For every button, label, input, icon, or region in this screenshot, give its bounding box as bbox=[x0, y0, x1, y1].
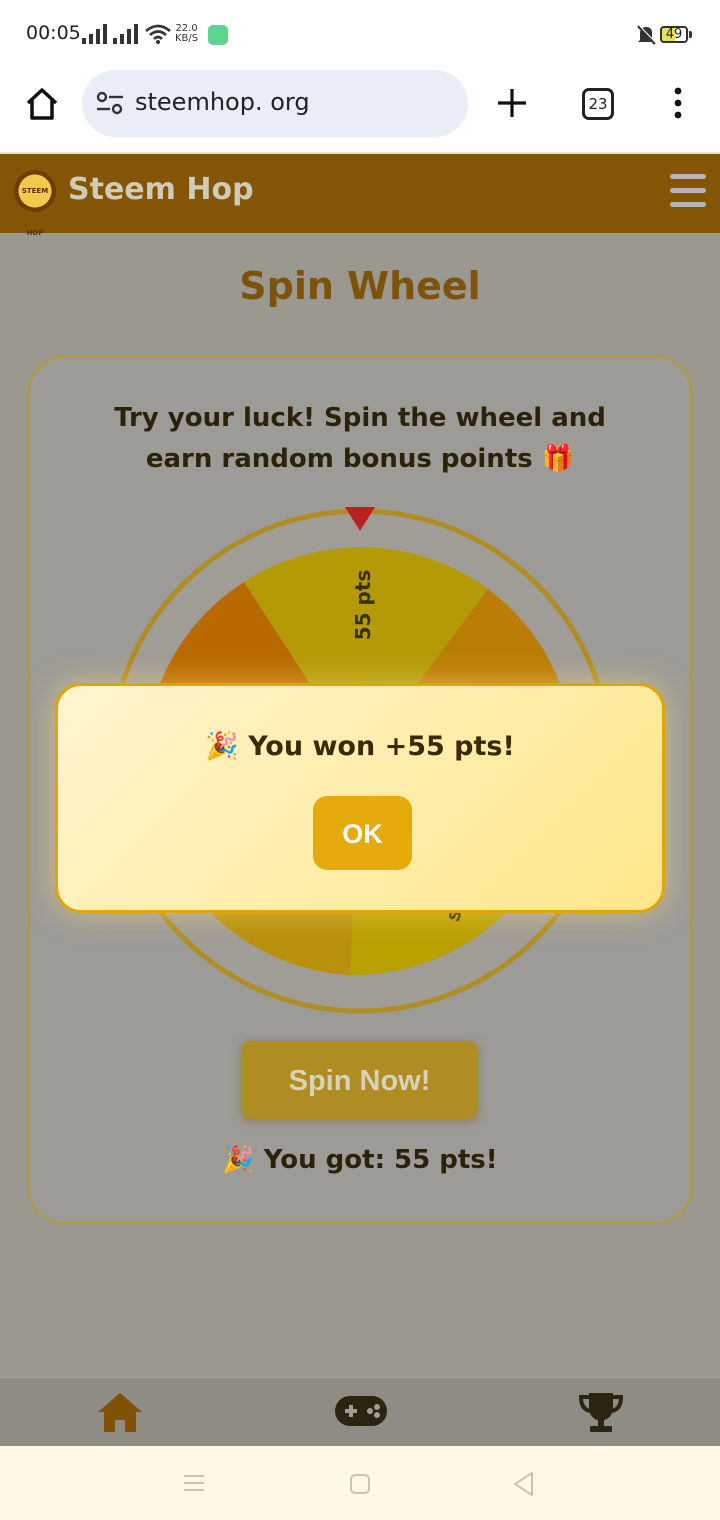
wifi-icon bbox=[145, 24, 171, 44]
home-icon[interactable] bbox=[96, 1390, 144, 1434]
signal-icon bbox=[82, 24, 107, 44]
hamburger-menu-icon[interactable] bbox=[670, 174, 706, 208]
battery-tip bbox=[689, 31, 692, 38]
site-settings-icon[interactable] bbox=[96, 90, 124, 116]
battery-icon: 49 bbox=[660, 26, 688, 43]
app-notification-icon bbox=[208, 25, 228, 45]
win-message: 🎉 You won +55 pts! bbox=[205, 731, 515, 762]
bottom-nav bbox=[0, 1377, 720, 1446]
site-logo[interactable]: STEEM HOP bbox=[14, 170, 56, 237]
url-text[interactable]: steemhop. org bbox=[135, 88, 310, 116]
spin-result-text: 🎉 You got: 55 pts! bbox=[222, 1145, 498, 1175]
net-speed: 22.0 KB/S bbox=[175, 24, 198, 44]
new-tab-icon[interactable] bbox=[495, 86, 529, 120]
signal-icon-2 bbox=[113, 24, 138, 44]
home-button-icon[interactable] bbox=[349, 1473, 371, 1495]
site-name[interactable]: Steem Hop bbox=[68, 172, 254, 207]
bell-muted-icon bbox=[637, 24, 656, 45]
spin-now-button[interactable]: Spin Now! bbox=[242, 1041, 477, 1119]
status-bar: 00:05 22.0 KB/S 49 bbox=[0, 0, 720, 68]
net-speed-unit: KB/S bbox=[175, 33, 199, 44]
home-icon[interactable] bbox=[24, 86, 60, 122]
more-menu-icon[interactable] bbox=[670, 86, 686, 120]
page-title: Spin Wheel bbox=[239, 264, 481, 308]
browser-toolbar: steemhop. org 23 bbox=[0, 68, 720, 154]
site-header: STEEM HOP Steem Hop bbox=[0, 154, 720, 237]
trophy-icon[interactable] bbox=[578, 1390, 624, 1434]
recent-apps-icon[interactable] bbox=[183, 1473, 205, 1493]
gamepad-icon[interactable] bbox=[334, 1394, 388, 1428]
wheel-label-top: 55 pts bbox=[351, 570, 375, 641]
site-logo-text: STEEM HOP bbox=[21, 187, 49, 237]
status-time: 00:05 bbox=[26, 22, 81, 44]
system-nav-bar bbox=[0, 1446, 720, 1520]
win-dialog: 🎉 You won +55 pts! OK bbox=[55, 683, 665, 913]
intro-text: Try your luck! Spin the wheel and earn r… bbox=[114, 403, 606, 474]
ok-button[interactable]: OK bbox=[313, 796, 412, 870]
tab-switcher-button[interactable]: 23 bbox=[582, 88, 614, 120]
back-icon[interactable] bbox=[512, 1471, 534, 1497]
